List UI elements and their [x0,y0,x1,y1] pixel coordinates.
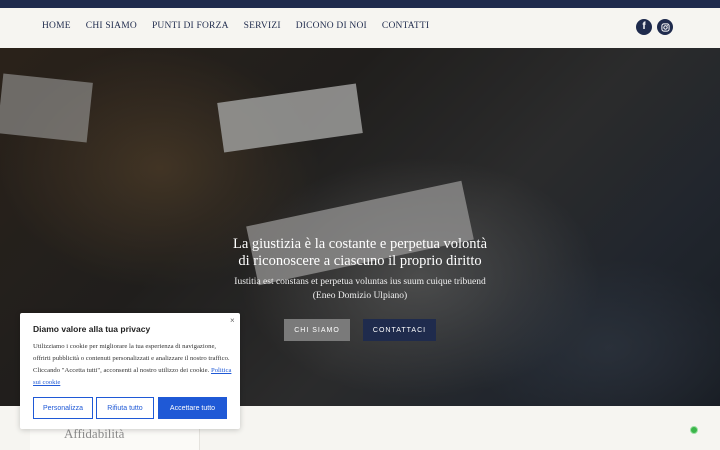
recaptcha-badge-icon[interactable] [690,426,698,434]
facebook-icon[interactable]: f [636,19,652,35]
cookie-title: Diamo valore alla tua privacy [33,324,151,334]
personalizza-button[interactable]: Personalizza [33,397,93,419]
hero-title: La giustizia è la costante e perpetua vo… [200,236,520,270]
rifiuta-tutto-button[interactable]: Rifiuta tutto [96,397,154,419]
nav-menu: HOME CHI SIAMO PUNTI DI FORZA SERVIZI DI… [42,21,444,31]
close-icon[interactable]: × [230,316,235,325]
instagram-icon[interactable] [657,19,673,35]
cookie-text: Utilizziamo i cookie per migliorare la t… [33,343,230,374]
hero-quote: Iustitia est constans et perpetua volunt… [234,277,486,287]
facebook-glyph: f [642,21,646,32]
accetta-tutto-button[interactable]: Accettare tutto [158,397,227,419]
main-navigation: HOME CHI SIAMO PUNTI DI FORZA SERVIZI DI… [0,8,720,48]
hero-title-line: di riconoscere a ciascuno il proprio dir… [238,253,482,269]
nav-item-chi-siamo[interactable]: CHI SIAMO [86,21,137,31]
nav-item-punti-di-forza[interactable]: PUNTI DI FORZA [152,21,229,31]
nav-item-dicono-di-noi[interactable]: DICONO DI NOI [296,21,367,31]
hero-title-line: La giustizia è la costante e perpetua vo… [232,236,488,252]
chi-siamo-button[interactable]: CHI SIAMO [284,319,350,341]
top-accent-bar [0,0,720,8]
cookie-description: Utilizziamo i cookie per migliorare la t… [33,341,233,389]
nav-item-servizi[interactable]: SERVIZI [244,21,281,31]
contattaci-button[interactable]: CONTATTACI [363,319,436,341]
instagram-glyph [660,22,670,32]
nav-item-home[interactable]: HOME [42,21,71,31]
nav-item-contatti[interactable]: CONTATTI [382,21,429,31]
hero-quote-author: (Eneo Domizio Ulpiano) [312,291,408,301]
hero-subtitle: Iustitia est constans et perpetua volunt… [200,275,520,303]
cookie-consent-banner: × Diamo valore alla tua privacy Utilizzi… [20,313,240,429]
